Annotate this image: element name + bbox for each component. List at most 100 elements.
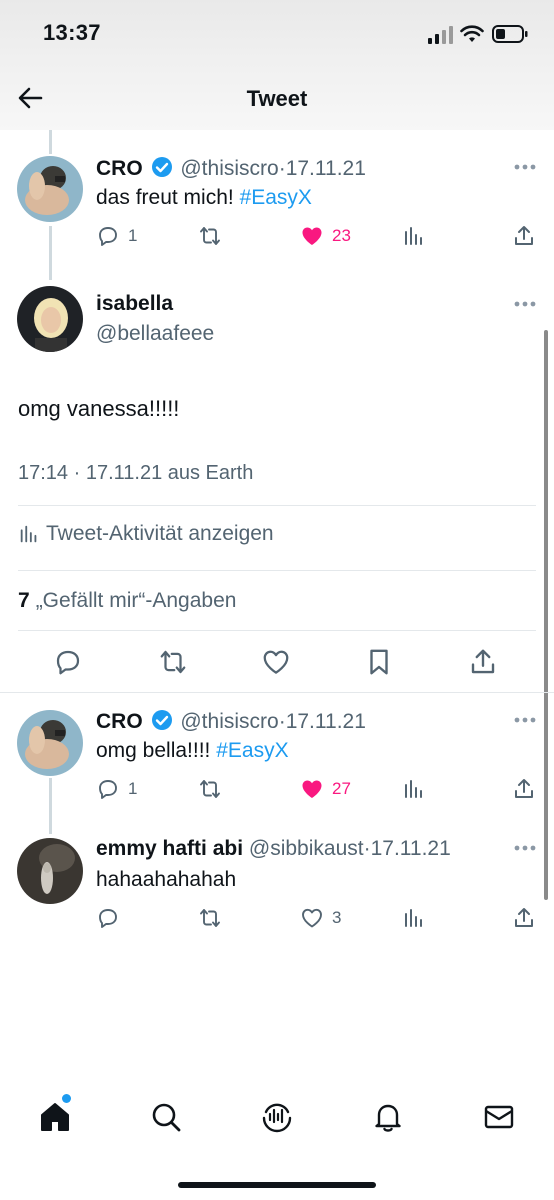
share-button[interactable] xyxy=(512,904,536,932)
like-count: 23 xyxy=(332,226,351,245)
like-button[interactable]: 23 xyxy=(300,222,351,250)
retweet-icon xyxy=(200,227,220,245)
reply-button[interactable]: 1 xyxy=(96,775,137,803)
bell-icon[interactable] xyxy=(371,1100,405,1134)
hashtag-link[interactable]: #EasyX xyxy=(240,186,312,209)
share-icon xyxy=(515,908,533,927)
hashtag-link[interactable]: #EasyX xyxy=(216,739,288,762)
likes-count: 7 xyxy=(18,589,30,612)
author-handle[interactable]: @thisiscro xyxy=(180,710,278,733)
author-handle[interactable]: @sibbikaust xyxy=(249,837,364,860)
views-button[interactable] xyxy=(402,222,426,250)
author-name[interactable]: isabella xyxy=(96,292,173,316)
tweet-date: 17.11.21 xyxy=(285,710,366,733)
separator: · xyxy=(363,837,371,860)
author-handle[interactable]: @thisiscro xyxy=(180,157,278,180)
home-icon[interactable] xyxy=(38,1100,72,1134)
separator: · xyxy=(278,157,286,180)
retweet-button[interactable] xyxy=(198,775,222,803)
more-icon[interactable] xyxy=(514,717,536,723)
wifi-icon xyxy=(460,25,484,42)
tweet-activity-link[interactable]: Tweet-Aktivität anzeigen xyxy=(18,522,274,546)
like-count: 3 xyxy=(332,908,342,927)
more-icon[interactable] xyxy=(514,845,536,851)
page-title: Tweet xyxy=(246,86,308,111)
reply-tweet[interactable]: CRO @thisiscro·17.11.21 omg bella!!!! #E… xyxy=(0,703,554,818)
like-count: 27 xyxy=(332,779,351,798)
divider xyxy=(18,570,536,571)
like-button[interactable]: 27 xyxy=(300,775,351,803)
reply-button[interactable]: 1 xyxy=(96,222,137,250)
avatar-cro[interactable] xyxy=(17,156,83,222)
avatar-isabella[interactable] xyxy=(17,286,83,352)
tweet-date: 17.11.21 xyxy=(285,157,366,180)
share-button[interactable] xyxy=(512,222,536,250)
cellular-signal-icon xyxy=(428,26,453,44)
tweet-text: das freut mich! #EasyX xyxy=(96,186,312,210)
retweet-icon xyxy=(200,909,220,927)
tweet-date: 17.11.21 xyxy=(370,837,451,860)
reply-icon xyxy=(99,909,117,928)
share-button[interactable] xyxy=(512,775,536,803)
separator: · xyxy=(278,710,286,733)
retweet-button[interactable] xyxy=(198,222,222,250)
tweet-meta: 17:14 · 17.11.21 aus Earth xyxy=(18,462,254,484)
heart-filled-icon xyxy=(302,227,322,245)
bookmark-icon[interactable] xyxy=(364,647,394,677)
tweet-text: omg vanessa!!!!! xyxy=(18,396,180,421)
views-icon xyxy=(405,909,422,927)
mail-icon[interactable] xyxy=(482,1100,516,1134)
tweet-parent[interactable]: CRO @thisiscro·17.11.21 das freut mich! … xyxy=(0,150,554,260)
retweet-icon[interactable] xyxy=(158,647,188,677)
views-button[interactable] xyxy=(402,775,426,803)
author-name[interactable]: emmy hafti abi xyxy=(96,837,243,860)
tweet-text: omg bella!!!! #EasyX xyxy=(96,739,289,763)
divider xyxy=(18,630,536,631)
heart-icon[interactable] xyxy=(261,647,291,677)
search-icon[interactable] xyxy=(149,1100,183,1134)
likes-summary-link[interactable]: 7 „Gefällt mir“-Angaben xyxy=(18,589,236,613)
tweet-text-plain: das freut mich! xyxy=(96,186,240,209)
tweet-actions: 1 27 xyxy=(96,775,536,805)
retweet-button[interactable] xyxy=(198,904,222,932)
author-row: CRO @thisiscro·17.11.21 xyxy=(96,709,366,734)
tweet-activity-label: Tweet-Aktivität anzeigen xyxy=(46,522,274,545)
like-button[interactable]: 3 xyxy=(300,904,341,932)
author-name[interactable]: CRO xyxy=(96,710,143,733)
reply-button[interactable] xyxy=(96,904,120,932)
header: Tweet xyxy=(0,70,554,128)
bottom-nav xyxy=(0,1090,554,1150)
tweet-text: hahaahahahah xyxy=(96,868,237,891)
home-indicator xyxy=(178,1182,376,1188)
heart-icon xyxy=(302,908,322,928)
more-icon[interactable] xyxy=(514,164,536,170)
author-name[interactable]: CRO xyxy=(96,157,143,180)
verified-icon xyxy=(151,710,172,730)
share-icon xyxy=(515,779,533,798)
divider xyxy=(0,692,554,693)
avatar-emmy[interactable] xyxy=(17,838,83,904)
verified-icon xyxy=(151,157,172,177)
reply-icon[interactable] xyxy=(53,647,83,677)
spaces-icon[interactable] xyxy=(260,1100,294,1134)
tweet-text-plain: omg bella!!!! xyxy=(96,739,217,762)
battery-icon xyxy=(492,25,528,43)
reply-count: 1 xyxy=(128,779,138,798)
notification-dot xyxy=(62,1094,71,1103)
main-tweet-actions xyxy=(0,647,554,681)
reply-count: 1 xyxy=(128,226,138,245)
views-icon xyxy=(405,780,422,798)
avatar-cro[interactable] xyxy=(17,710,83,776)
views-icon xyxy=(405,227,422,245)
reply-icon xyxy=(99,227,117,246)
more-icon[interactable] xyxy=(514,301,536,307)
share-icon xyxy=(515,226,533,245)
author-handle[interactable]: @bellaafeee xyxy=(96,322,214,346)
status-time: 13:37 xyxy=(43,20,101,45)
likes-label: „Gefällt mir“-Angaben xyxy=(35,589,237,612)
share-icon[interactable] xyxy=(468,647,498,677)
reply-tweet[interactable]: emmy hafti abi @sibbikaust·17.11.21 haha… xyxy=(0,832,554,942)
divider xyxy=(18,505,536,506)
views-button[interactable] xyxy=(402,904,426,932)
reply-icon xyxy=(99,780,117,799)
